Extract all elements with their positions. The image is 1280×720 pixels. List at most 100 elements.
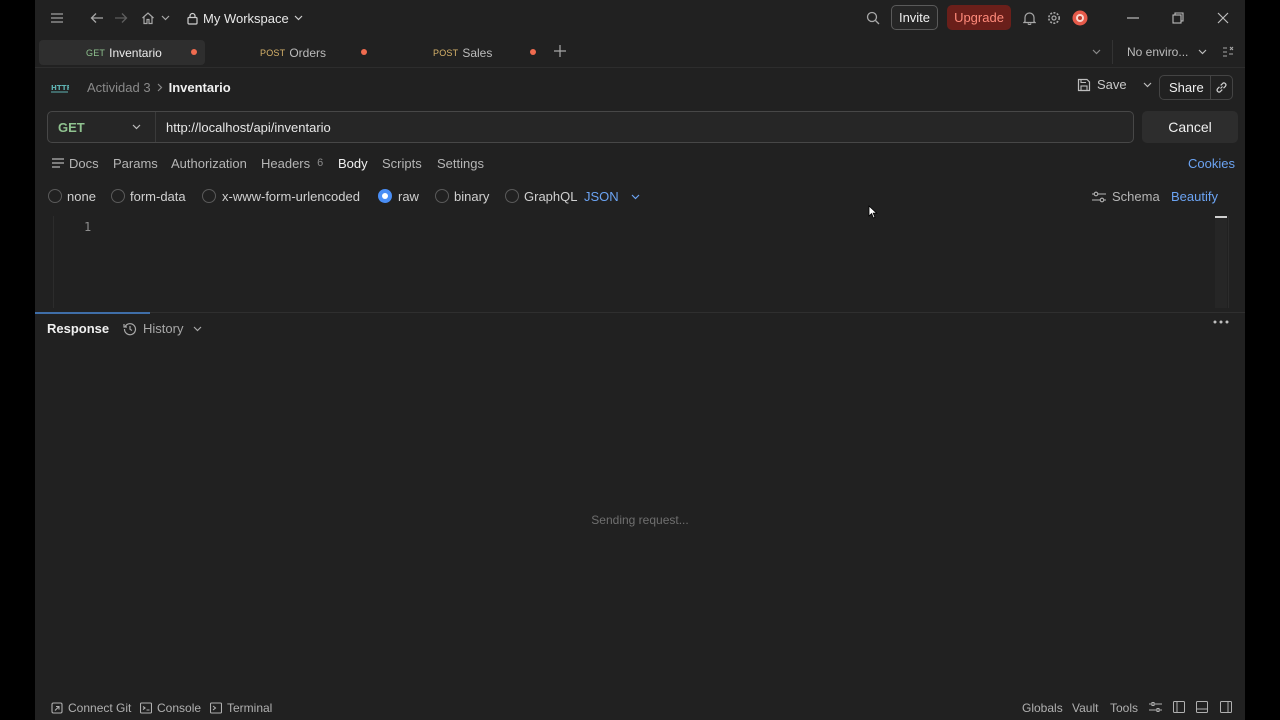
radio-raw[interactable] [378,189,392,203]
tab-params[interactable]: Params [113,152,158,174]
tab-authorization[interactable]: Authorization [171,152,247,174]
tab-docs-label: Docs [69,155,99,171]
tab-inventario[interactable]: GET Inventario [39,40,205,65]
terminal-button[interactable]: Terminal [210,701,272,715]
sending-status: Sending request... [591,513,689,527]
home-icon[interactable] [140,10,156,26]
history-tab[interactable]: History [123,321,202,336]
option-raw-label[interactable]: raw [398,189,419,204]
new-tab-icon[interactable] [553,44,567,58]
breadcrumb-parent[interactable]: Actividad 3 [87,80,151,95]
option-binary-label[interactable]: binary [454,189,489,204]
console-icon [140,702,152,714]
response-tab[interactable]: Response [47,321,109,336]
schema-icon [1092,191,1106,203]
menu-icon[interactable] [49,10,65,26]
beautify-button[interactable]: Beautify [1171,189,1218,204]
tab-settings[interactable]: Settings [437,152,484,174]
option-graphql-label[interactable]: GraphQL [524,189,577,204]
request-tab-bar: GET Inventario POST Orders POST Sales No… [35,36,1245,68]
url-input[interactable]: http://localhost/api/inventario [166,120,331,135]
left-sidebar-layout-icon[interactable] [1173,701,1185,713]
globals-button[interactable]: Globals [1022,701,1063,715]
vault-button[interactable]: Vault [1072,701,1098,715]
bell-icon[interactable] [1021,10,1037,26]
headers-count: 6 [317,157,324,169]
tab-method: POST [260,48,286,58]
bottom-panel-layout-icon[interactable] [1196,701,1208,713]
tab-body[interactable]: Body [332,151,374,175]
gear-icon[interactable] [1046,10,1062,26]
radio-urlencoded[interactable] [202,189,216,203]
raw-format-value: JSON [584,189,619,204]
tab-scripts[interactable]: Scripts [382,152,422,174]
option-none-label[interactable]: none [67,189,96,204]
avatar[interactable] [1072,10,1088,26]
body-editor[interactable]: 1 [53,216,1229,308]
radio-none[interactable] [48,189,62,203]
connect-git-button[interactable]: Connect Git [51,701,131,715]
upgrade-button[interactable]: Upgrade [947,5,1011,30]
request-progress-bar [35,312,150,314]
minimize-icon[interactable] [1125,10,1141,26]
invite-button[interactable]: Invite [891,5,938,30]
breadcrumb-current[interactable]: Inventario [169,80,231,95]
mouse-cursor-icon [868,205,878,219]
save-button[interactable]: Save [1077,77,1152,92]
cookies-link[interactable]: Cookies [1188,156,1235,171]
method-select[interactable]: GET [48,112,156,142]
close-icon[interactable] [1215,10,1231,26]
environment-quick-look-icon[interactable] [1221,45,1235,59]
unsaved-dot [361,49,367,55]
chevron-down-icon[interactable] [159,12,171,24]
console-button[interactable]: Console [140,701,201,715]
forward-arrow-icon[interactable] [113,10,129,26]
radio-form-data[interactable] [111,189,125,203]
share-button[interactable]: Share [1159,75,1233,100]
tab-orders[interactable]: POST Orders [209,40,375,65]
tab-label: Orders [289,46,326,60]
workspace-selector[interactable]: My Workspace [187,9,303,27]
restore-icon[interactable] [1170,10,1186,26]
chevron-down-icon [294,15,303,21]
tab-headers-label: Headers [261,155,311,171]
settings-sliders-icon[interactable] [1149,701,1162,713]
tools-button[interactable]: Tools [1110,701,1138,715]
more-options-icon[interactable] [1213,320,1229,324]
history-label: History [143,321,184,336]
status-bar: Connect Git Console Terminal Globals Vau… [35,696,1245,720]
git-icon [51,702,63,714]
option-urlencoded-label[interactable]: x-www-form-urlencoded [222,189,360,204]
chevron-right-icon [157,83,163,92]
schema-button[interactable]: Schema [1092,189,1160,204]
tab-headers[interactable]: Headers 6 [261,152,323,174]
chevron-down-icon [132,124,141,130]
tab-method: POST [433,48,459,58]
editor-scrollbar[interactable] [1215,216,1227,308]
lock-icon [187,12,198,25]
raw-format-select[interactable]: JSON [584,189,640,204]
right-sidebar-layout-icon[interactable] [1220,701,1232,713]
title-bar: My Workspace Invite Upgrade [35,0,1245,36]
tab-docs[interactable]: Docs [52,152,99,174]
environment-selector[interactable]: No enviro... [1127,45,1188,59]
docs-icon [52,158,64,168]
environment-label: No enviro... [1127,45,1189,59]
back-arrow-icon[interactable] [89,10,105,26]
option-form-data-label[interactable]: form-data [130,189,186,204]
tab-sales[interactable]: POST Sales [379,40,545,65]
chevron-down-icon [631,194,640,200]
cancel-button[interactable]: Cancel [1142,111,1238,143]
history-icon [123,322,137,336]
pane-divider[interactable] [35,312,1245,313]
link-icon[interactable] [1215,81,1228,94]
radio-binary[interactable] [435,189,449,203]
terminal-label: Terminal [227,701,273,715]
unsaved-dot [191,49,197,55]
radio-graphql[interactable] [505,189,519,203]
tabs-overflow-chevron-icon[interactable] [1090,47,1102,57]
chevron-down-icon[interactable] [1143,82,1152,88]
save-label: Save [1097,77,1127,92]
chevron-down-icon[interactable] [1196,47,1208,57]
search-icon[interactable] [865,10,881,26]
